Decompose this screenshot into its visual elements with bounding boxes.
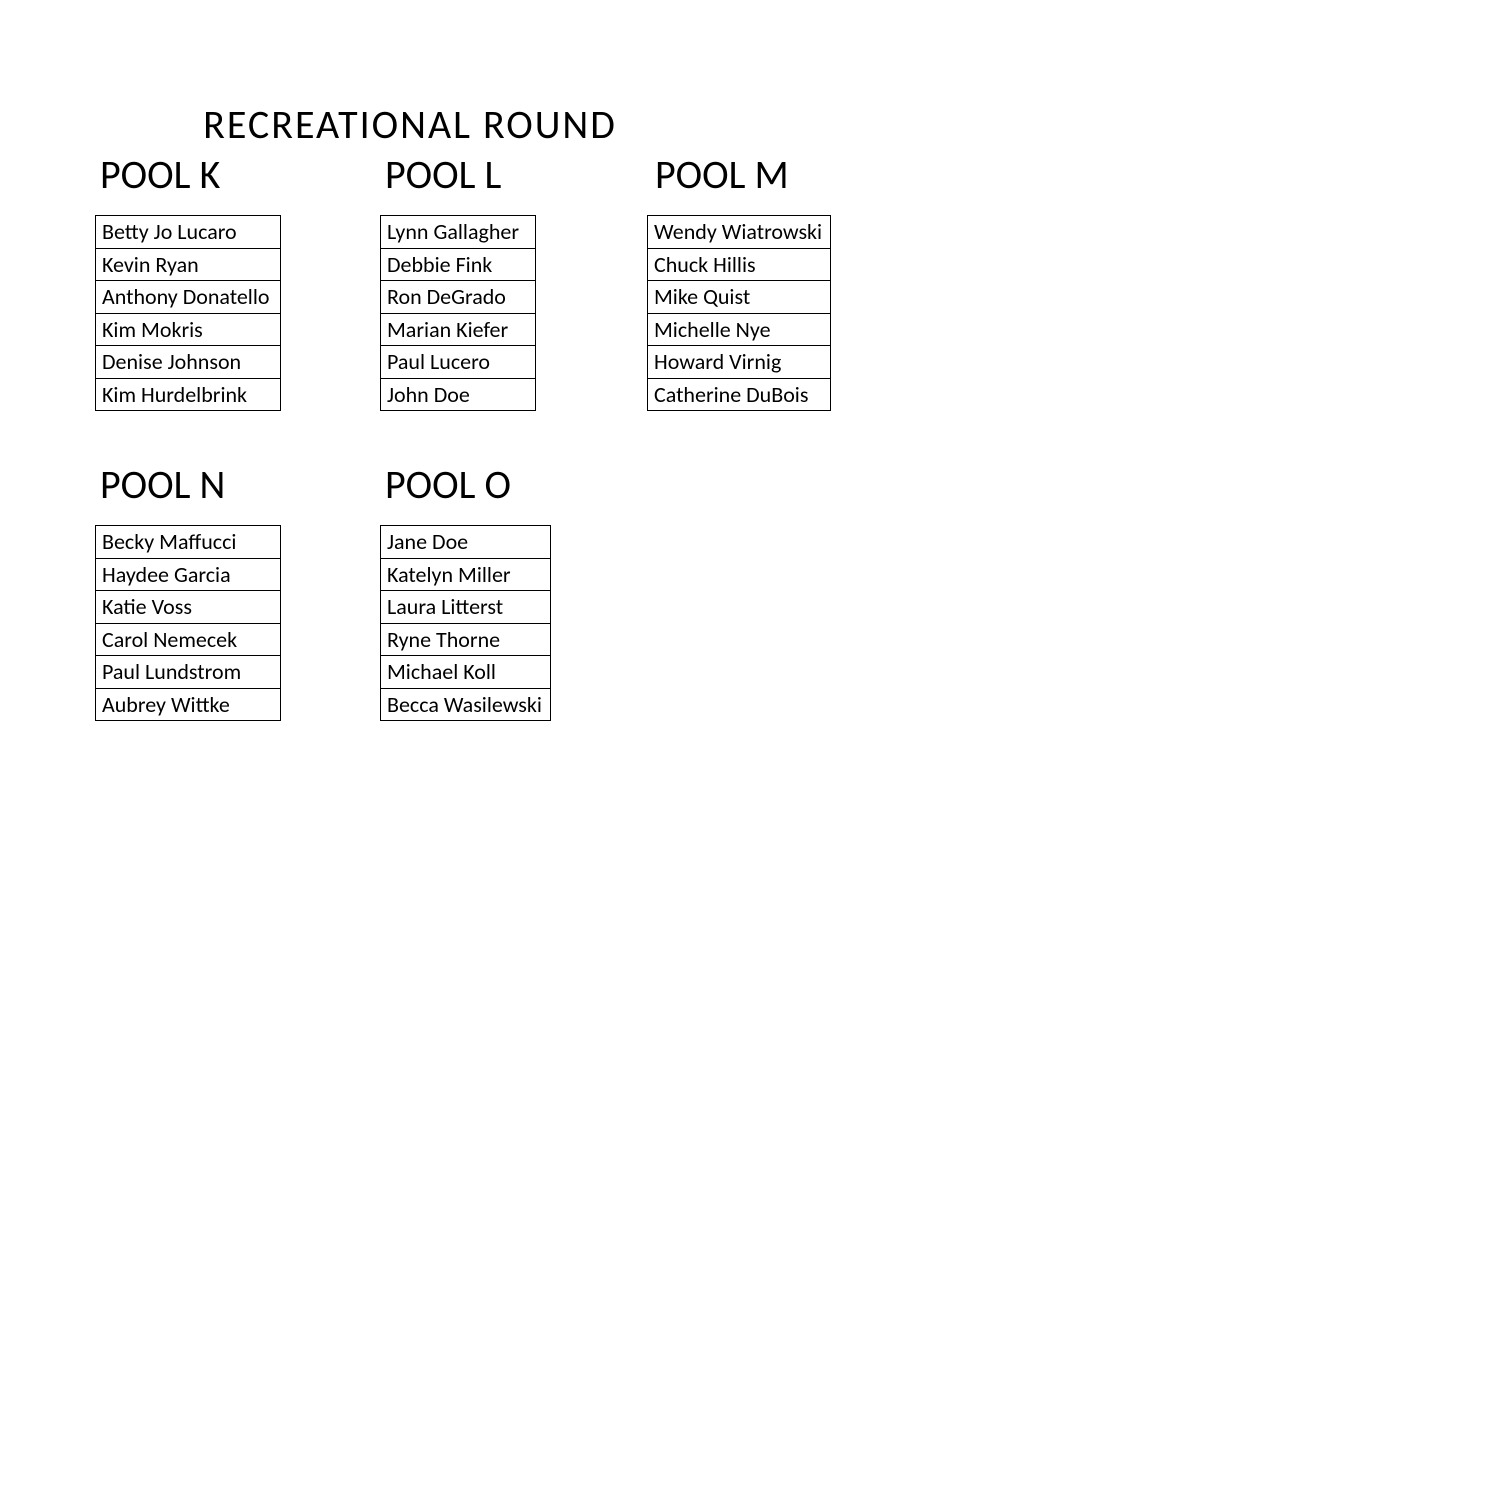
pool-l-header: POOL L xyxy=(385,150,501,199)
member-cell: Howard Virnig xyxy=(648,346,831,379)
table-row: Wendy Wiatrowski xyxy=(648,216,831,249)
table-row: John Doe xyxy=(381,378,536,411)
member-cell: Marian Kiefer xyxy=(381,313,536,346)
table-row: Mike Quist xyxy=(648,281,831,314)
member-cell: Ryne Thorne xyxy=(381,623,551,656)
table-row: Michelle Nye xyxy=(648,313,831,346)
member-cell: Anthony Donatello xyxy=(96,281,281,314)
member-cell: Haydee Garcia xyxy=(96,558,281,591)
member-cell: Paul Lundstrom xyxy=(96,656,281,689)
table-row: Paul Lucero xyxy=(381,346,536,379)
member-cell: Kim Hurdelbrink xyxy=(96,378,281,411)
table-row: Katelyn Miller xyxy=(381,558,551,591)
table-row: Michael Koll xyxy=(381,656,551,689)
table-row: Becca Wasilewski xyxy=(381,688,551,721)
table-row: Katie Voss xyxy=(96,591,281,624)
member-cell: Becca Wasilewski xyxy=(381,688,551,721)
member-cell: Carol Nemecek xyxy=(96,623,281,656)
table-row: Aubrey Wittke xyxy=(96,688,281,721)
table-row: Kim Hurdelbrink xyxy=(96,378,281,411)
table-row: Lynn Gallagher xyxy=(381,216,536,249)
pool-k-table: Betty Jo Lucaro Kevin Ryan Anthony Donat… xyxy=(95,215,281,411)
pool-k-header: POOL K xyxy=(100,150,220,199)
table-row: Ron DeGrado xyxy=(381,281,536,314)
member-cell: Paul Lucero xyxy=(381,346,536,379)
member-cell: Kevin Ryan xyxy=(96,248,281,281)
member-cell: Wendy Wiatrowski xyxy=(648,216,831,249)
member-cell: Betty Jo Lucaro xyxy=(96,216,281,249)
page: RECREATIONAL ROUND POOL K POOL L POOL M … xyxy=(0,0,1500,1500)
table-row: Chuck Hillis xyxy=(648,248,831,281)
member-cell: Ron DeGrado xyxy=(381,281,536,314)
table-row: Kim Mokris xyxy=(96,313,281,346)
table-row: Ryne Thorne xyxy=(381,623,551,656)
pool-o-header: POOL O xyxy=(385,460,511,509)
member-cell: Lynn Gallagher xyxy=(381,216,536,249)
member-cell: Michael Koll xyxy=(381,656,551,689)
pool-l-table: Lynn Gallagher Debbie Fink Ron DeGrado M… xyxy=(380,215,536,411)
table-row: Paul Lundstrom xyxy=(96,656,281,689)
member-cell: Debbie Fink xyxy=(381,248,536,281)
pool-o-table: Jane Doe Katelyn Miller Laura Litterst R… xyxy=(380,525,551,721)
member-cell: John Doe xyxy=(381,378,536,411)
pool-m-header: POOL M xyxy=(655,150,789,199)
member-cell: Denise Johnson xyxy=(96,346,281,379)
page-title: RECREATIONAL ROUND xyxy=(0,100,820,149)
member-cell: Aubrey Wittke xyxy=(96,688,281,721)
member-cell: Kim Mokris xyxy=(96,313,281,346)
member-cell: Jane Doe xyxy=(381,526,551,559)
table-row: Marian Kiefer xyxy=(381,313,536,346)
table-row: Debbie Fink xyxy=(381,248,536,281)
pool-m-table: Wendy Wiatrowski Chuck Hillis Mike Quist… xyxy=(647,215,831,411)
member-cell: Catherine DuBois xyxy=(648,378,831,411)
table-row: Carol Nemecek xyxy=(96,623,281,656)
member-cell: Katie Voss xyxy=(96,591,281,624)
table-row: Catherine DuBois xyxy=(648,378,831,411)
table-row: Laura Litterst xyxy=(381,591,551,624)
table-row: Becky Maffucci xyxy=(96,526,281,559)
pool-n-header: POOL N xyxy=(100,460,225,509)
table-row: Kevin Ryan xyxy=(96,248,281,281)
table-row: Howard Virnig xyxy=(648,346,831,379)
pool-n-table: Becky Maffucci Haydee Garcia Katie Voss … xyxy=(95,525,281,721)
table-row: Denise Johnson xyxy=(96,346,281,379)
member-cell: Katelyn Miller xyxy=(381,558,551,591)
table-row: Haydee Garcia xyxy=(96,558,281,591)
table-row: Anthony Donatello xyxy=(96,281,281,314)
table-row: Betty Jo Lucaro xyxy=(96,216,281,249)
table-row: Jane Doe xyxy=(381,526,551,559)
member-cell: Mike Quist xyxy=(648,281,831,314)
member-cell: Becky Maffucci xyxy=(96,526,281,559)
member-cell: Chuck Hillis xyxy=(648,248,831,281)
member-cell: Michelle Nye xyxy=(648,313,831,346)
member-cell: Laura Litterst xyxy=(381,591,551,624)
